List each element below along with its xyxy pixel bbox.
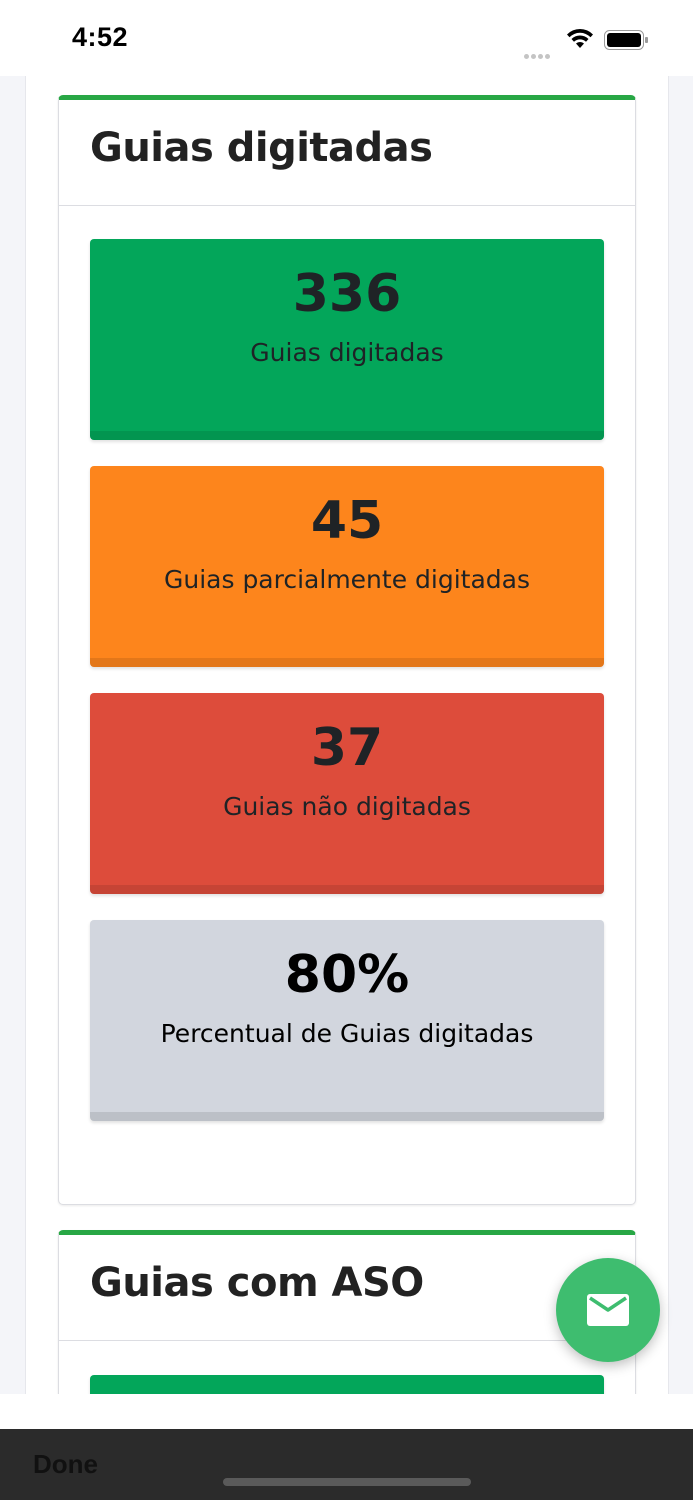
status-time: 4:52 <box>72 22 129 52</box>
bottom-toolbar: Done <box>0 1394 693 1500</box>
card-guias-com-aso: Guias com ASO <box>58 1230 636 1394</box>
stat-box-aso <box>90 1375 604 1394</box>
card-title: Guias digitadas <box>90 125 433 171</box>
contact-mail-button[interactable] <box>556 1258 660 1362</box>
stat-box-percentual: 80% Percentual de Guias digitadas <box>90 920 604 1121</box>
stat-box-parcialmente-digitadas: 45 Guias parcialmente digitadas <box>90 466 604 667</box>
stat-value: 336 <box>292 264 402 324</box>
cellular-signal-icon <box>524 44 552 63</box>
wifi-icon <box>567 28 593 48</box>
home-indicator <box>223 1478 471 1486</box>
stat-box-nao-digitadas: 37 Guias não digitadas <box>90 693 604 894</box>
stat-value: 37 <box>310 718 384 778</box>
stat-label: Percentual de Guias digitadas <box>160 1019 534 1048</box>
battery-icon <box>604 30 648 50</box>
stat-label: Guias não digitadas <box>223 792 471 821</box>
stat-label: Guias digitadas <box>250 338 444 367</box>
card-header: Guias com ASO <box>59 1235 635 1341</box>
done-button[interactable]: Done <box>33 1449 98 1480</box>
stat-value: 45 <box>310 491 384 551</box>
web-content: Guias digitadas 336 Guias digitadas 45 G… <box>0 76 693 1394</box>
toolbar-panel: Done <box>0 1429 693 1500</box>
card-title: Guias com ASO <box>90 1260 424 1306</box>
stat-label: Guias parcialmente digitadas <box>163 565 530 594</box>
card-header: Guias digitadas <box>59 100 635 206</box>
card-guias-digitadas: Guias digitadas 336 Guias digitadas 45 G… <box>58 95 636 1205</box>
mail-icon <box>587 1294 629 1326</box>
stat-value: 80% <box>284 945 410 1005</box>
status-bar: 4:52 <box>0 0 693 76</box>
stat-box-digitadas: 336 Guias digitadas <box>90 239 604 440</box>
